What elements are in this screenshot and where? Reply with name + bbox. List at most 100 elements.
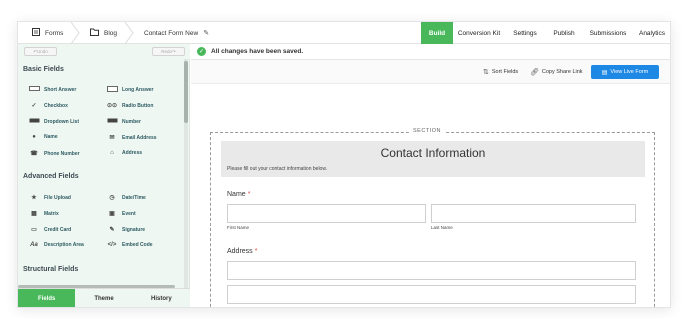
field-long-answer[interactable]: Long Answer bbox=[106, 86, 153, 94]
tab-theme[interactable]: Theme bbox=[75, 289, 133, 307]
field-short-answer[interactable]: Short Answer bbox=[28, 86, 76, 93]
breadcrumb-form-name[interactable]: Contact Form New ✎ bbox=[144, 22, 209, 44]
breadcrumb-label: Blog bbox=[104, 29, 118, 37]
nav-settings[interactable]: Settings bbox=[508, 22, 542, 44]
field-email-address[interactable]: ✉ Email Address bbox=[106, 134, 156, 142]
field-label: Dropdown List bbox=[44, 118, 79, 125]
sort-fields-label: Sort Fields bbox=[491, 69, 519, 75]
calendar-icon: ▣ bbox=[109, 211, 115, 217]
tab-history[interactable]: History bbox=[132, 289, 190, 307]
field-name[interactable]: ● Name bbox=[28, 134, 58, 140]
email-icon: ✉ bbox=[109, 135, 115, 141]
name-label-text: Name bbox=[227, 191, 246, 198]
address-line-2-input[interactable] bbox=[227, 285, 636, 304]
long-answer-icon bbox=[106, 86, 118, 94]
copy-share-link-button[interactable]: 🔗︎ Copy Share Link bbox=[530, 66, 583, 78]
view-live-form-button[interactable]: ▤ View Live Form bbox=[591, 65, 659, 79]
field-dropdown-list[interactable]: Dropdown List bbox=[28, 118, 79, 125]
first-name-input[interactable] bbox=[227, 204, 426, 223]
redo-label: Redo bbox=[161, 49, 172, 54]
required-mark: * bbox=[254, 248, 258, 255]
section-title-basic-fields: Basic Fields bbox=[23, 66, 64, 73]
required-mark: * bbox=[247, 191, 251, 198]
breadcrumb-separator bbox=[124, 22, 134, 45]
form-description: Please fill out your contact information… bbox=[227, 166, 328, 172]
text-icon: Aa bbox=[30, 242, 38, 248]
tab-label: Fields bbox=[37, 296, 56, 302]
field-embed-code[interactable]: </> Embed Code bbox=[106, 242, 153, 248]
undo-button[interactable]: ↶ Undo bbox=[24, 47, 57, 56]
first-name-sublabel: First Name bbox=[227, 225, 250, 230]
short-answer-icon bbox=[28, 86, 40, 93]
field-checkbox[interactable]: ✓ Checkbox bbox=[28, 102, 68, 110]
section-title-structural-fields: Structural Fields bbox=[23, 266, 79, 273]
address-field-label: Address * bbox=[227, 248, 257, 255]
forms-icon bbox=[32, 28, 40, 38]
nav-submissions[interactable]: Submissions bbox=[586, 22, 630, 44]
field-label: Number bbox=[122, 118, 141, 125]
nav-label: Analytics bbox=[638, 29, 665, 37]
field-label: Matrix bbox=[44, 210, 59, 217]
field-label: Signature bbox=[122, 226, 146, 233]
field-matrix[interactable]: ▦ Matrix bbox=[28, 210, 59, 218]
pen-icon: ✎ bbox=[109, 227, 115, 233]
field-date-time[interactable]: ◷ Date/Time bbox=[106, 194, 145, 202]
breadcrumb-blog[interactable]: Blog bbox=[90, 22, 117, 44]
dropdown-icon bbox=[28, 118, 40, 125]
field-description-area[interactable]: Aa Description Area bbox=[28, 242, 84, 248]
field-credit-card[interactable]: ▭ Credit Card bbox=[28, 226, 72, 234]
field-label: File Upload bbox=[44, 194, 71, 201]
person-icon: ● bbox=[32, 134, 36, 140]
nav-conversion-kit[interactable]: Conversion Kit bbox=[455, 22, 503, 44]
field-event[interactable]: ▣ Event bbox=[106, 210, 136, 218]
field-phone-number[interactable]: ☎ Phone Number bbox=[28, 150, 80, 158]
check-circle-icon: ✓ bbox=[197, 47, 206, 56]
last-name-sublabel: Last Name bbox=[431, 225, 453, 230]
breadcrumb-label: Contact Form New bbox=[144, 29, 199, 37]
sort-icon: ⇅ bbox=[483, 69, 489, 76]
section-title-advanced-fields: Advanced Fields bbox=[23, 173, 79, 180]
field-signature[interactable]: ✎ Signature bbox=[106, 226, 146, 234]
sidebar-scrollbar-thumb[interactable] bbox=[184, 61, 188, 123]
field-label: Checkbox bbox=[44, 102, 68, 109]
field-label: Name bbox=[44, 134, 58, 140]
section-header[interactable]: Contact Information Please fill out your… bbox=[221, 141, 645, 177]
folder-icon bbox=[90, 28, 99, 38]
last-name-input[interactable] bbox=[431, 204, 636, 223]
field-label: Phone Number bbox=[44, 150, 80, 157]
field-radio-button[interactable]: ⊙⊙ Radio Button bbox=[106, 102, 153, 110]
field-address[interactable]: ⌂ Address bbox=[106, 150, 142, 156]
breadcrumb-separator bbox=[70, 22, 80, 45]
checkbox-icon: ✓ bbox=[31, 103, 37, 109]
nav-label: Submissions bbox=[589, 29, 627, 37]
view-live-form-label: View Live Form bbox=[610, 69, 649, 75]
nav-publish[interactable]: Publish bbox=[546, 22, 582, 44]
form-icon: ▤ bbox=[601, 69, 608, 76]
nav-analytics[interactable]: Analytics bbox=[634, 22, 670, 44]
field-label: Short Answer bbox=[44, 86, 77, 93]
copy-share-link-label: Copy Share Link bbox=[541, 69, 583, 75]
number-icon bbox=[106, 118, 118, 125]
breadcrumb-forms[interactable]: Forms bbox=[32, 22, 63, 44]
edit-icon[interactable]: ✎ bbox=[203, 29, 209, 37]
field-number[interactable]: Number bbox=[106, 118, 141, 125]
field-file-upload[interactable]: ★ File Upload bbox=[28, 194, 71, 202]
field-label: Credit Card bbox=[44, 226, 72, 233]
address-line-1-input[interactable] bbox=[227, 261, 636, 280]
code-icon: </> bbox=[107, 242, 117, 248]
phone-icon: ☎ bbox=[30, 151, 38, 157]
redo-button[interactable]: Redo ↷ bbox=[152, 47, 185, 56]
clock-icon: ◷ bbox=[109, 195, 115, 201]
breadcrumb-label: Forms bbox=[45, 29, 64, 37]
form-section[interactable]: SECTION Contact Information Please fill … bbox=[210, 128, 655, 307]
field-label: Address bbox=[122, 150, 143, 156]
house-icon: ⌂ bbox=[110, 150, 114, 156]
field-label: Embed Code bbox=[122, 242, 153, 248]
field-label: Event bbox=[122, 210, 136, 217]
credit-card-icon: ▭ bbox=[31, 227, 37, 233]
save-status-bar: ✓ All changes have been saved. bbox=[191, 44, 670, 60]
nav-build[interactable]: Build bbox=[421, 22, 453, 44]
sort-fields-button[interactable]: ⇅ Sort Fields bbox=[483, 66, 518, 78]
tab-fields[interactable]: Fields bbox=[18, 289, 76, 307]
form-builder-window: Forms Blog Contact Form New ✎ Build Conv… bbox=[17, 21, 671, 308]
